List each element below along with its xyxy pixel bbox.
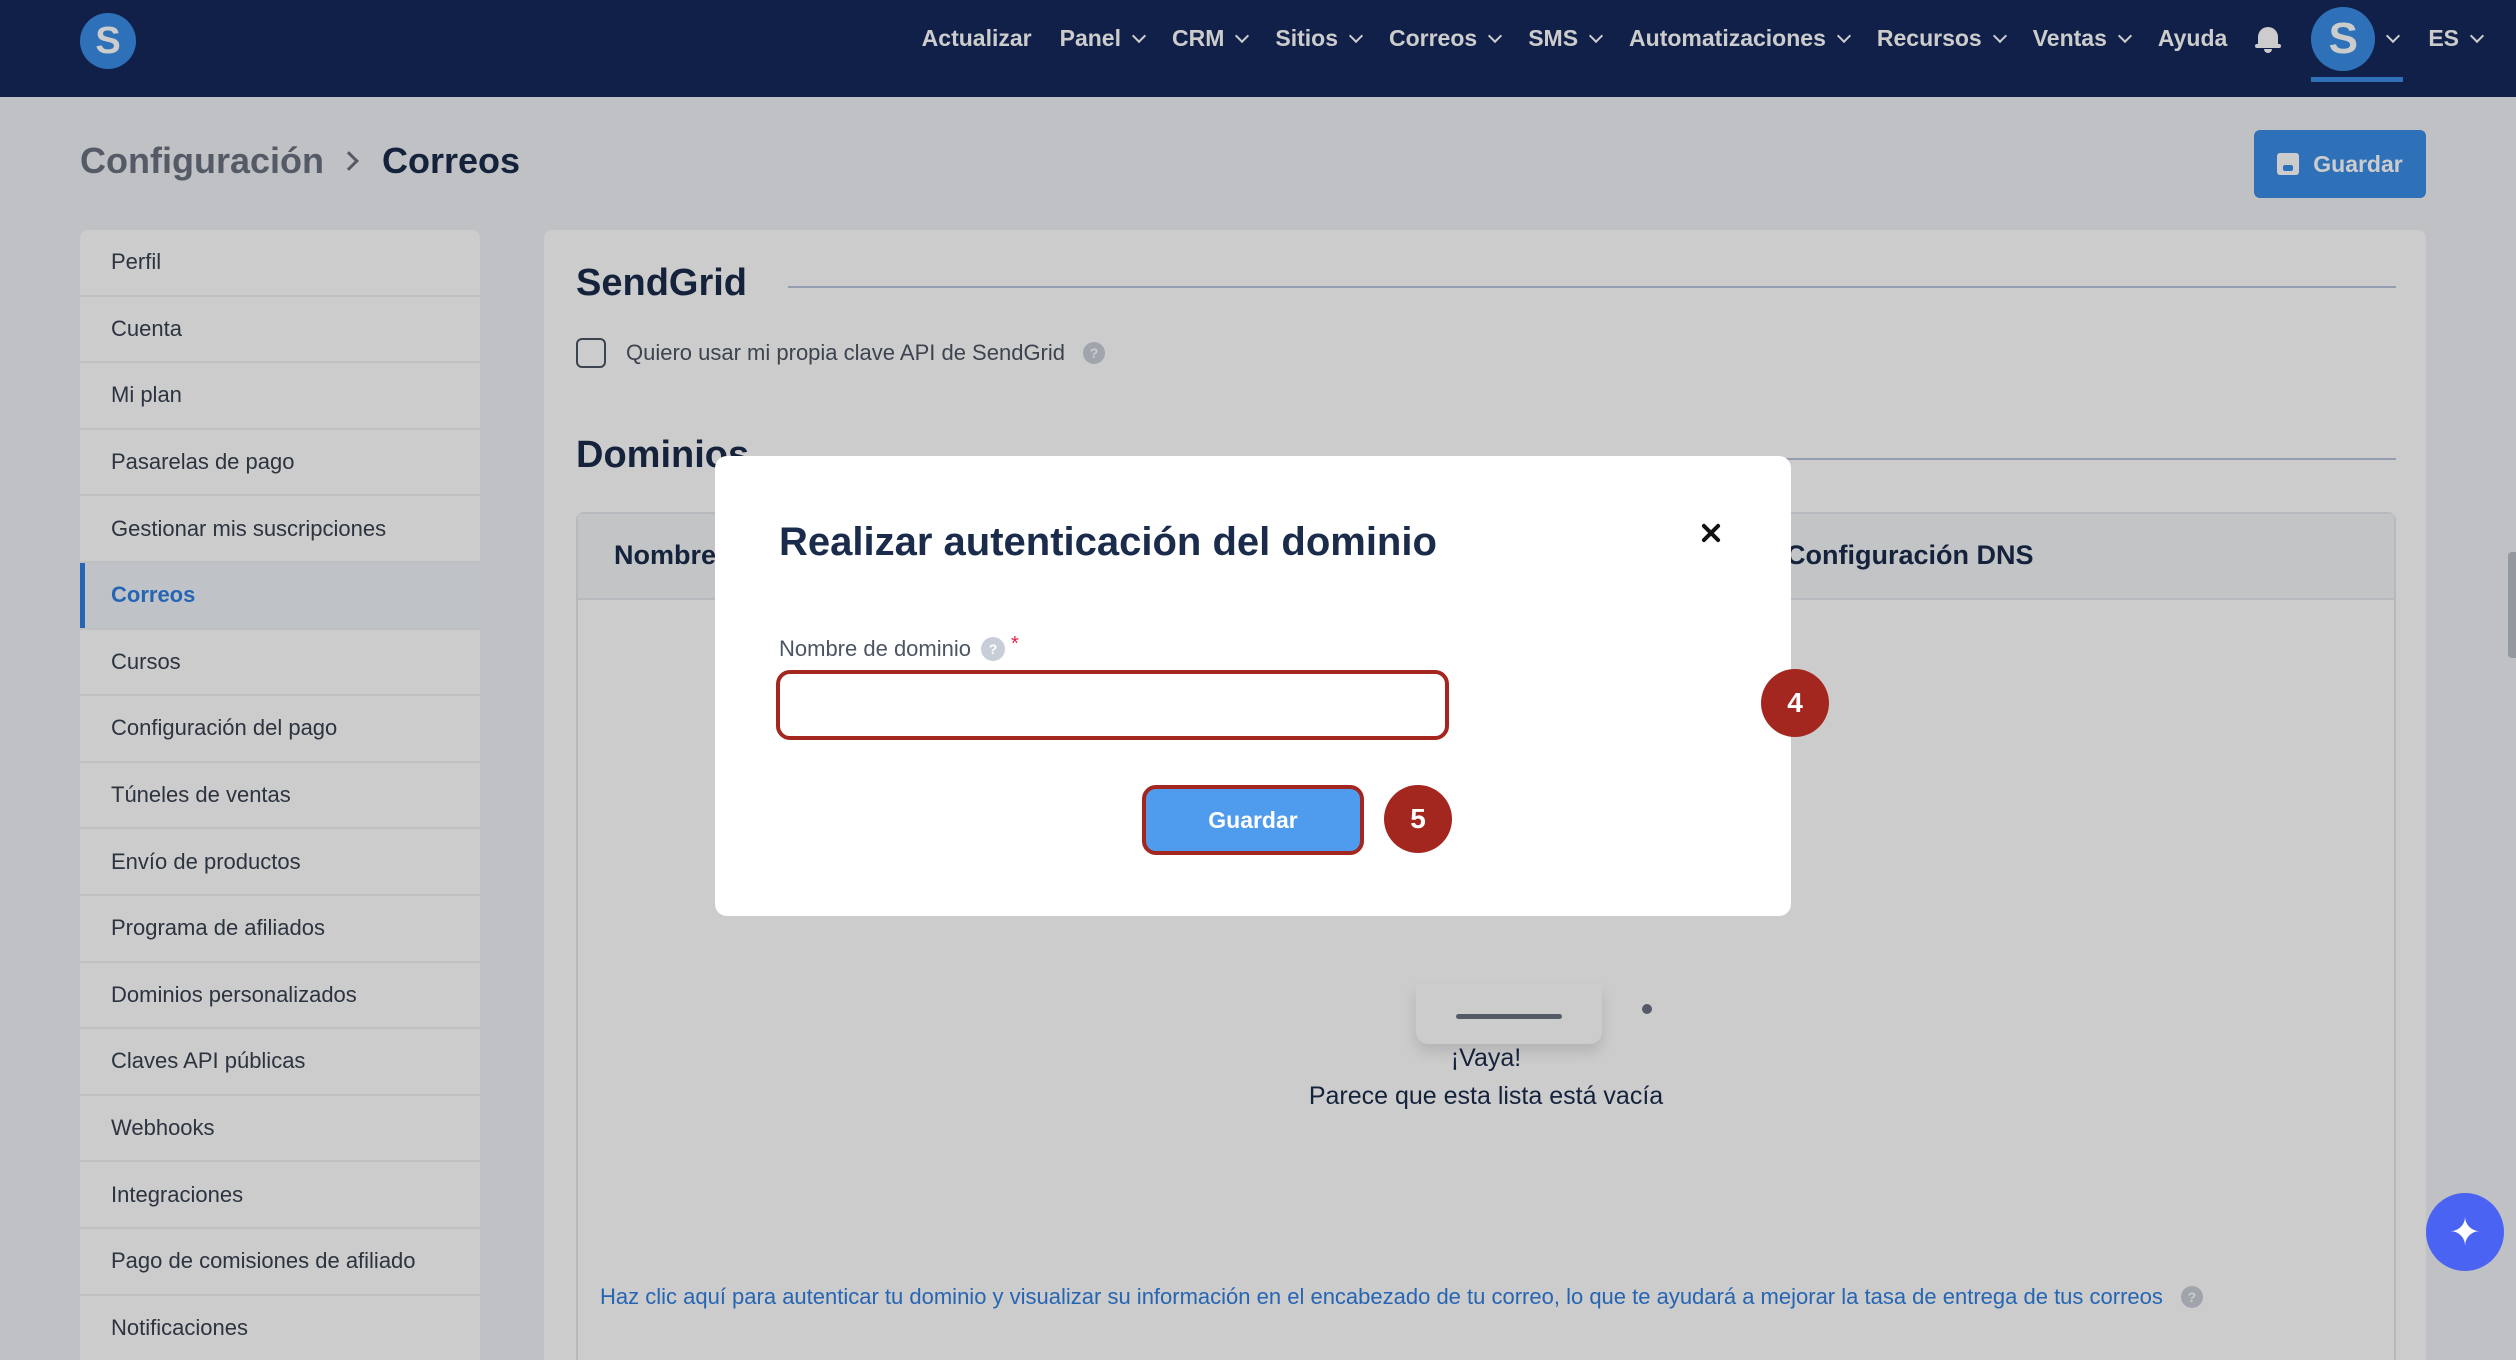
- required-mark: *: [1010, 632, 1019, 655]
- domain-name-input[interactable]: [776, 670, 1449, 740]
- domain-name-label-text: Nombre de dominio: [779, 636, 971, 661]
- sparkles-icon[interactable]: ✦: [2426, 1193, 2504, 1271]
- modal-title: Realizar autenticación del dominio: [779, 520, 1437, 564]
- domain-name-label: Nombre de dominio ? *: [779, 632, 1019, 662]
- help-icon[interactable]: ?: [980, 637, 1005, 661]
- domain-auth-modal: Realizar autenticación del dominio Nombr…: [715, 456, 1791, 916]
- step-badge-5: 5: [1384, 785, 1452, 853]
- modal-save-button[interactable]: Guardar: [1142, 785, 1364, 855]
- step-badge-4: 4: [1761, 669, 1829, 737]
- close-icon[interactable]: [1696, 518, 1726, 548]
